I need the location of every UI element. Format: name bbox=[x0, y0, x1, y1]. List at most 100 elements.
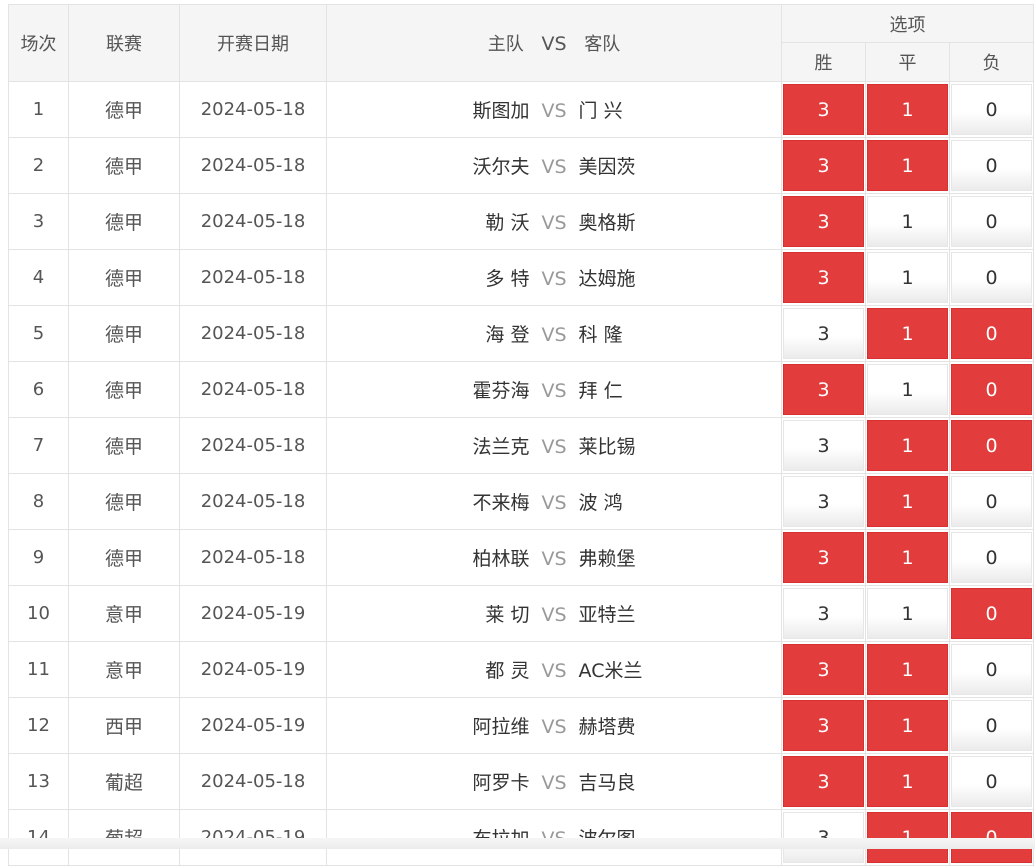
vs-label: VS bbox=[541, 212, 567, 234]
option-win-cell: 3 bbox=[781, 137, 866, 194]
header-league: 联赛 bbox=[68, 4, 180, 82]
match-date: 2024-05-19 bbox=[179, 697, 327, 754]
option-lose-button[interactable]: 0 bbox=[951, 84, 1033, 135]
table-header: 场次 联赛 开赛日期 主队 VS 客队 选项 胜 平 负 bbox=[8, 4, 1035, 82]
option-win-cell: 3 bbox=[781, 193, 866, 250]
away-team: 达姆施 bbox=[578, 268, 636, 290]
option-draw-button[interactable]: 1 bbox=[867, 644, 948, 695]
option-lose-button[interactable]: 0 bbox=[951, 140, 1033, 191]
header-index: 场次 bbox=[8, 4, 69, 82]
option-draw-cell: 1 bbox=[865, 473, 950, 530]
table-row: 12 西甲 2024-05-19 阿拉维 VS 赫塔费 3 1 0 bbox=[8, 697, 1035, 754]
option-draw-button[interactable]: 1 bbox=[867, 140, 948, 191]
league: 意甲 bbox=[68, 641, 180, 698]
option-win-button[interactable]: 3 bbox=[783, 476, 864, 527]
home-team: 柏林联 bbox=[472, 548, 530, 570]
table-row: 1 德甲 2024-05-18 斯图加 VS 门 兴310 bbox=[8, 81, 1035, 138]
option-draw-button[interactable]: 1 bbox=[867, 364, 948, 415]
option-draw-button[interactable]: 1 bbox=[867, 84, 948, 135]
option-win-button[interactable]: 3 bbox=[783, 756, 864, 807]
match-date: 2024-05-18 bbox=[179, 305, 327, 362]
option-win-cell: 3 bbox=[781, 529, 866, 586]
option-draw-button[interactable]: 1 bbox=[867, 420, 948, 471]
option-win-button[interactable]: 3 bbox=[783, 532, 864, 583]
option-lose-button[interactable]: 0 bbox=[951, 700, 1033, 751]
match-index: 3 bbox=[8, 193, 69, 250]
option-lose-button[interactable]: 0 bbox=[951, 364, 1033, 415]
table-row: 3 德甲 2024-05-18 勒 沃 VS 奥格斯 3 1 0 bbox=[8, 193, 1035, 250]
option-draw-cell: 1 bbox=[865, 361, 950, 418]
away-team: 亚特兰 bbox=[578, 604, 636, 626]
league: 葡超 bbox=[68, 753, 180, 810]
header-lose: 负 bbox=[948, 42, 1035, 82]
option-win-cell: 3 bbox=[781, 585, 866, 642]
option-win-cell: 3 bbox=[781, 641, 866, 698]
option-lose-cell: 0 bbox=[948, 193, 1035, 250]
option-draw-button[interactable]: 1 bbox=[867, 700, 948, 751]
option-lose-button[interactable]: 0 bbox=[951, 588, 1033, 639]
header-date: 开赛日期 bbox=[179, 4, 327, 82]
option-win-button[interactable]: 3 bbox=[783, 644, 864, 695]
option-lose-button[interactable]: 0 bbox=[951, 420, 1033, 471]
match-date: 2024-05-18 bbox=[179, 361, 327, 418]
match-index: 11 bbox=[8, 641, 69, 698]
option-lose-button[interactable]: 0 bbox=[951, 476, 1033, 527]
option-win-button[interactable]: 3 bbox=[783, 84, 864, 135]
table-row: 4 德甲 2024-05-18 多 特 VS 达姆施 3 1 0 bbox=[8, 249, 1035, 306]
away-team: 拜 仁 bbox=[578, 380, 623, 402]
matchup: 斯图加 VS 门 兴 bbox=[326, 81, 782, 138]
option-draw-button[interactable]: 1 bbox=[867, 532, 948, 583]
option-win-cell: 3 bbox=[781, 361, 866, 418]
away-team: 吉马良 bbox=[578, 772, 636, 794]
match-table-container: 场次 联赛 开赛日期 主队 VS 客队 选项 胜 平 负 1 德甲 2024-05-… bbox=[8, 4, 1035, 866]
option-win-button[interactable]: 3 bbox=[783, 588, 864, 639]
header-options: 选项 bbox=[780, 4, 1035, 43]
match-index: 8 bbox=[8, 473, 69, 530]
option-draw-button[interactable]: 1 bbox=[867, 588, 948, 639]
matchup: 沃尔夫 VS 美因茨 bbox=[326, 137, 782, 194]
matchup: 多 特 VS 达姆施 bbox=[326, 249, 782, 306]
match-date: 2024-05-18 bbox=[179, 137, 327, 194]
option-draw-cell: 1 bbox=[865, 305, 950, 362]
option-lose-button[interactable]: 0 bbox=[951, 252, 1033, 303]
away-team: 奥格斯 bbox=[578, 212, 636, 234]
away-team: 波 鸿 bbox=[578, 492, 623, 514]
option-win-button[interactable]: 3 bbox=[783, 308, 864, 359]
option-win-button[interactable]: 3 bbox=[783, 700, 864, 751]
option-win-cell: 3 bbox=[781, 473, 866, 530]
match-date: 2024-05-18 bbox=[179, 417, 327, 474]
option-win-button[interactable]: 3 bbox=[783, 252, 864, 303]
home-team: 勒 沃 bbox=[485, 212, 530, 234]
option-lose-button[interactable]: 0 bbox=[951, 308, 1033, 359]
option-draw-button[interactable]: 1 bbox=[867, 756, 948, 807]
option-draw-button[interactable]: 1 bbox=[867, 308, 948, 359]
option-draw-button[interactable]: 1 bbox=[867, 196, 948, 247]
option-win-cell: 3 bbox=[781, 81, 866, 138]
matchup: 不来梅 VS 波 鸿 bbox=[326, 473, 782, 530]
option-win-cell: 3 bbox=[781, 249, 866, 306]
match-date: 2024-05-18 bbox=[179, 249, 327, 306]
option-win-button[interactable]: 3 bbox=[783, 364, 864, 415]
away-team: 弗赖堡 bbox=[578, 548, 636, 570]
option-draw-button[interactable]: 1 bbox=[867, 252, 948, 303]
option-lose-button[interactable]: 0 bbox=[951, 644, 1033, 695]
league: 德甲 bbox=[68, 193, 180, 250]
option-lose-cell: 0 bbox=[948, 305, 1035, 362]
option-win-cell: 3 bbox=[781, 753, 866, 810]
option-win-cell: 3 bbox=[781, 697, 866, 754]
match-date: 2024-05-18 bbox=[179, 193, 327, 250]
option-lose-button[interactable]: 0 bbox=[951, 196, 1033, 247]
match-date: 2024-05-19 bbox=[179, 641, 327, 698]
match-date: 2024-05-18 bbox=[179, 529, 327, 586]
bottom-divider bbox=[0, 838, 1035, 849]
vs-label: VS bbox=[541, 492, 567, 514]
option-lose-cell: 0 bbox=[948, 417, 1035, 474]
option-lose-button[interactable]: 0 bbox=[951, 532, 1033, 583]
table-row: 6 德甲 2024-05-18 霍芬海 VS 拜 仁 310 bbox=[8, 361, 1035, 418]
option-draw-cell: 1 bbox=[865, 529, 950, 586]
option-win-button[interactable]: 3 bbox=[783, 140, 864, 191]
option-lose-button[interactable]: 0 bbox=[951, 756, 1033, 807]
option-draw-button[interactable]: 1 bbox=[867, 476, 948, 527]
option-win-button[interactable]: 3 bbox=[783, 420, 864, 471]
option-win-button[interactable]: 3 bbox=[783, 196, 864, 247]
